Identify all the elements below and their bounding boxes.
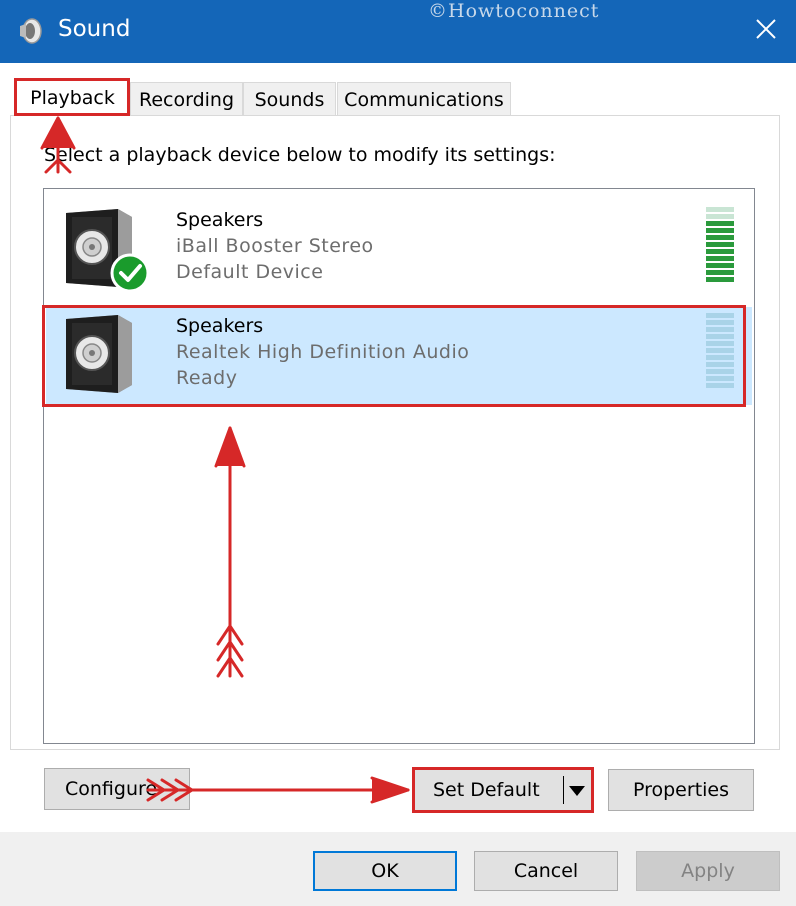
device-name: Speakers [176,315,264,337]
apply-button[interactable]: Apply [636,851,780,891]
cancel-button[interactable]: Cancel [474,851,618,891]
tab-recording[interactable]: Recording [130,82,243,116]
volume-level-meter [706,207,734,283]
watermark: ©Howtoconnect [428,0,600,22]
device-status: Ready [176,367,238,389]
device-status: Default Device [176,261,324,283]
title-bar: Sound ©Howtoconnect [0,0,796,63]
ok-button[interactable]: OK [313,851,457,891]
device-description: Realtek High Definition Audio [176,341,470,363]
default-check-icon [110,253,150,293]
configure-button[interactable]: Configure [44,768,190,810]
tab-playback[interactable]: Playback [16,78,129,116]
speaker-icon [62,313,134,397]
close-button[interactable] [740,6,792,56]
tab-communications[interactable]: Communications [337,82,511,116]
set-default-label: Set Default [433,779,540,801]
volume-level-meter [706,313,734,389]
split-divider [563,776,564,804]
chevron-down-icon[interactable] [567,778,587,802]
close-icon [755,18,777,44]
playback-device-list[interactable]: Speakers iBall Booster Stereo Default De… [43,188,755,744]
device-description: iBall Booster Stereo [176,235,374,257]
sound-speaker-icon [16,16,46,46]
set-default-button[interactable]: Set Default [414,769,592,811]
device-item-realtek[interactable]: Speakers Realtek High Definition Audio R… [46,307,752,405]
device-item-iball[interactable]: Speakers iBall Booster Stereo Default De… [46,201,752,299]
tab-sounds[interactable]: Sounds [243,82,336,116]
instruction-text: Select a playback device below to modify… [44,144,556,166]
device-name: Speakers [176,209,264,231]
window-title: Sound [58,16,131,42]
properties-button[interactable]: Properties [608,769,754,811]
